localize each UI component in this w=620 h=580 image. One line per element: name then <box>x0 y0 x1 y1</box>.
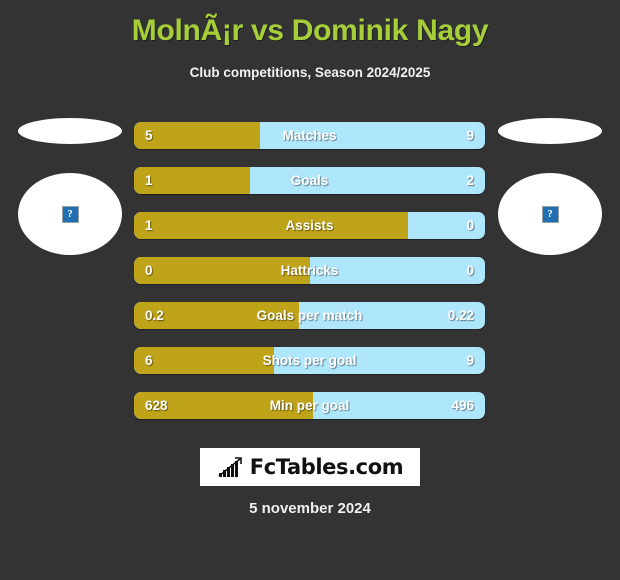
right-photo-top-ellipse <box>498 118 602 144</box>
fctables-logo-text: FcTables.com <box>249 455 404 479</box>
stat-row: 1 Assists 0 <box>134 212 485 239</box>
report-date: 5 november 2024 <box>249 500 371 517</box>
stat-label: Hattricks <box>280 263 339 278</box>
stat-label: Goals <box>290 173 329 188</box>
away-value: 2 <box>466 173 474 188</box>
right-photo-main-ellipse: ? <box>498 173 602 255</box>
stat-label: Goals per match <box>256 308 363 323</box>
away-value: 496 <box>451 398 474 413</box>
away-value: 0 <box>466 218 474 233</box>
away-value: 9 <box>466 353 474 368</box>
broken-image-icon: ? <box>61 205 79 223</box>
stat-label: Assists <box>285 218 334 233</box>
bar-chart-arrow-icon <box>218 457 242 477</box>
stat-row: 1 Goals 2 <box>134 167 485 194</box>
stat-row: 0 Hattricks 0 <box>134 257 485 284</box>
stat-label: Shots per goal <box>262 353 357 368</box>
stat-comparison-chart: 5 Matches 9 1 Goals 2 1 Assists 0 0 Hattricks 0 0.2 G… <box>134 122 485 437</box>
away-value: 0.22 <box>447 308 474 323</box>
broken-image-glyph: ? <box>67 207 73 220</box>
stat-label: Matches <box>282 128 337 143</box>
left-player-photo: ? <box>8 118 132 255</box>
stat-row: 628 Min per goal 496 <box>134 392 485 419</box>
page-subtitle: Club competitions, Season 2024/2025 <box>189 65 431 80</box>
left-photo-top-ellipse <box>18 118 122 144</box>
page-title: MolnÃ¡r vs Dominik Nagy <box>131 14 489 47</box>
away-value: 0 <box>466 263 474 278</box>
fctables-logo[interactable]: FcTables.com <box>200 448 420 486</box>
right-player-photo: ? <box>488 118 612 255</box>
broken-image-glyph: ? <box>547 207 553 220</box>
away-value: 9 <box>466 128 474 143</box>
stat-row: 0.2 Goals per match 0.22 <box>134 302 485 329</box>
stat-label: Min per goal <box>269 398 350 413</box>
stat-row: 5 Matches 9 <box>134 122 485 149</box>
stat-row: 6 Shots per goal 9 <box>134 347 485 374</box>
broken-image-icon: ? <box>541 205 559 223</box>
left-photo-main-ellipse: ? <box>18 173 122 255</box>
